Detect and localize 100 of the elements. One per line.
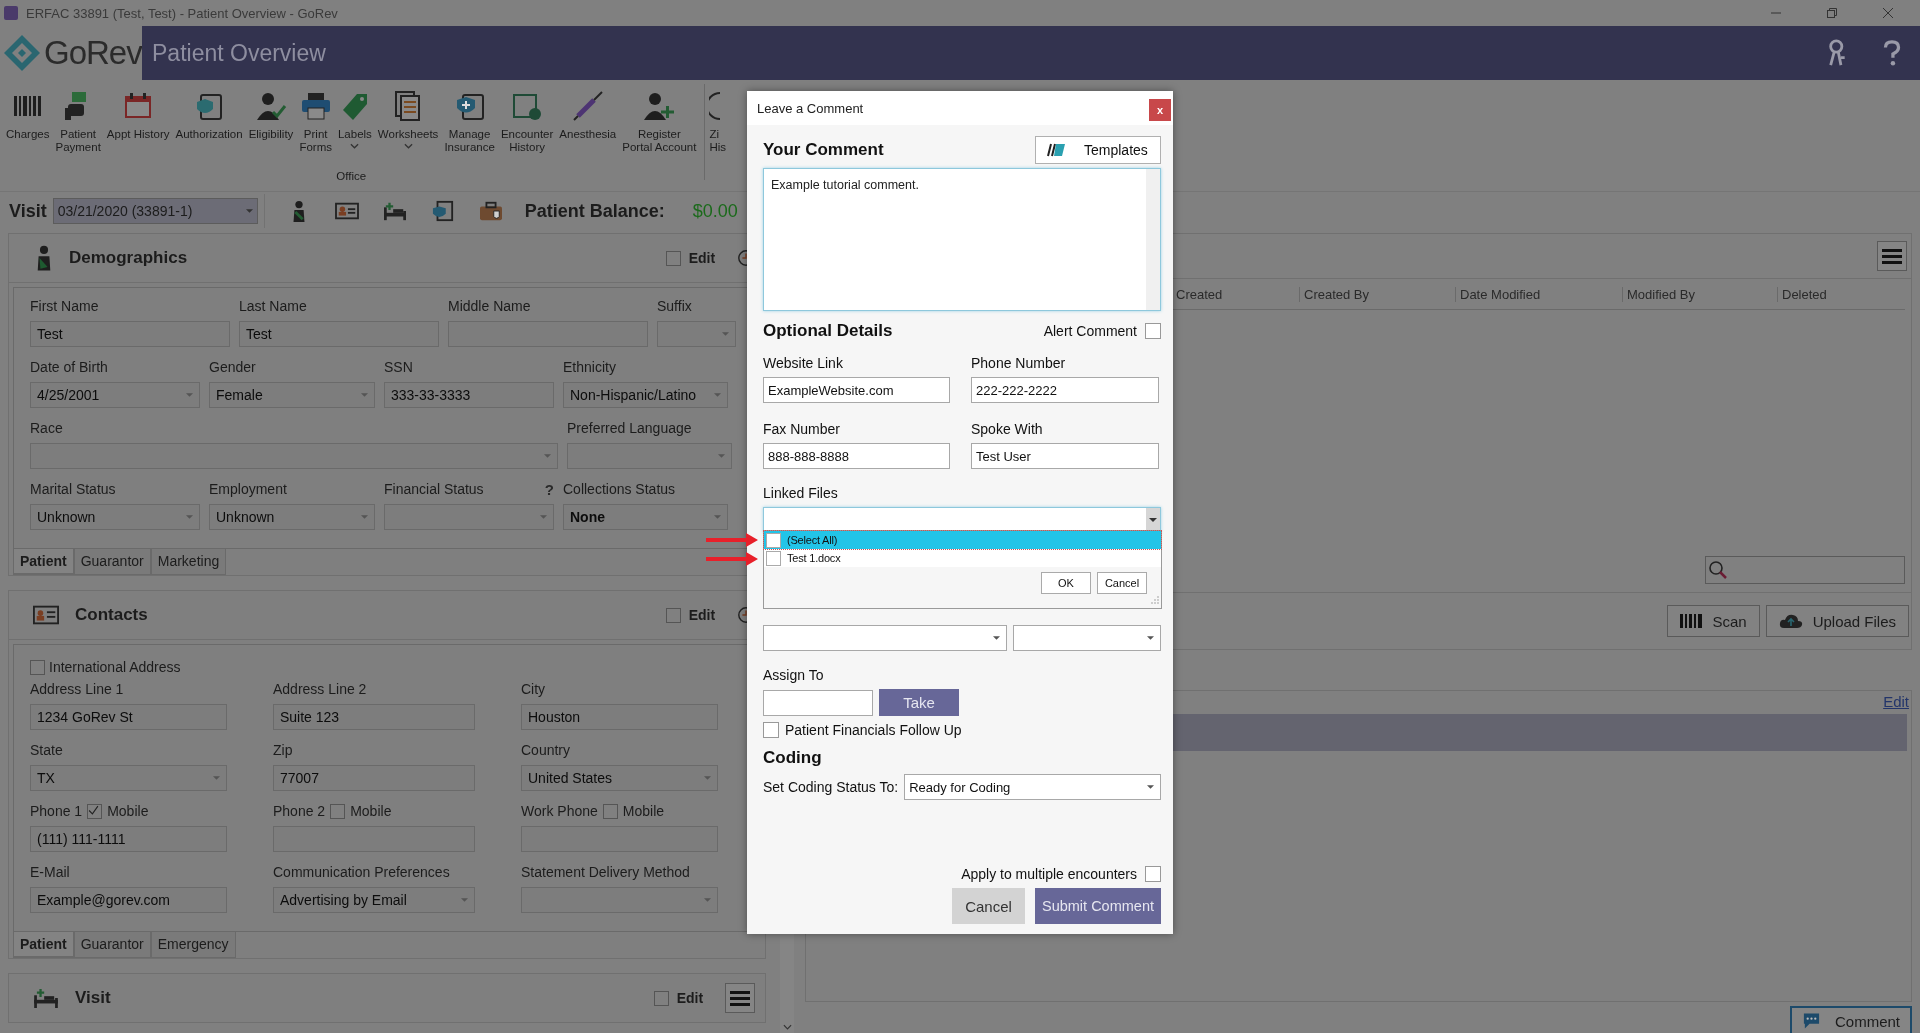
menu-button[interactable] [725, 983, 756, 1013]
text-field[interactable]: ExampleWebsite.com [763, 377, 950, 403]
submit-button[interactable]: Submit Comment [1035, 888, 1161, 924]
dropdown-field[interactable]: Female [209, 382, 375, 408]
dropdown-field[interactable] [384, 504, 554, 530]
upload-button[interactable]: Upload Files [1765, 605, 1909, 638]
toolbar-button[interactable]: Zi His [709, 80, 728, 188]
column-header[interactable]: Date Modified [1455, 286, 1622, 302]
checkbox[interactable] [766, 550, 781, 566]
dropdown-field[interactable] [657, 321, 736, 347]
dropdown-field[interactable]: Advertising by Email [273, 887, 475, 913]
close-button[interactable]: x [1149, 99, 1171, 121]
text-field[interactable]: Test [30, 321, 230, 347]
tab[interactable]: Guarantor [73, 549, 151, 575]
restore-icon[interactable] [1826, 7, 1838, 19]
toolbar-button[interactable]: Patient Payment [53, 90, 103, 154]
caret-icon [1147, 636, 1154, 640]
checkbox[interactable] [330, 803, 346, 819]
dropdown-field[interactable]: 4/25/2001 [30, 382, 200, 408]
toolbar-button[interactable]: Authorization [173, 90, 245, 154]
list-option[interactable]: (Select All) [764, 531, 1161, 549]
caret-icon [714, 515, 721, 519]
edit-link[interactable]: Edit [1883, 693, 1909, 711]
list-option[interactable]: Test 1.docx [764, 549, 1161, 567]
toolbar-button[interactable]: Print Forms [297, 90, 334, 154]
comment-button[interactable]: Comment [1790, 1006, 1912, 1033]
checkbox[interactable] [1145, 866, 1161, 882]
checkbox-label: Mobile [107, 803, 149, 819]
search-field[interactable] [1705, 556, 1905, 585]
tab[interactable]: Marketing [150, 549, 227, 575]
text-field[interactable]: 333-33-3333 [384, 382, 554, 408]
text-field[interactable] [763, 689, 873, 716]
text-field[interactable]: Suite 123 [273, 704, 475, 730]
checkbox[interactable] [766, 532, 781, 548]
cancel-button[interactable]: Cancel [952, 888, 1025, 924]
field-label: Financial Status [384, 481, 484, 497]
scrollbar[interactable] [1146, 169, 1160, 310]
dropdown-field[interactable]: Non-Hispanic/Latino [563, 382, 728, 408]
id-card-icon[interactable] [333, 200, 360, 222]
toolbar-button[interactable]: Labels [335, 90, 374, 154]
text-field[interactable]: 888-888-8888 [763, 443, 950, 469]
scroll-down-icon[interactable] [782, 1024, 792, 1030]
dropdown-field[interactable]: Ready for Coding [904, 774, 1161, 800]
toolbar-button[interactable]: Worksheets [375, 90, 441, 154]
visit-dropdown[interactable]: 03/21/2020 (33891-1) [52, 198, 258, 224]
dropdown-field[interactable] [30, 443, 558, 469]
checkbox[interactable] [602, 803, 618, 819]
text-field[interactable]: (111) 111-1111 [30, 826, 227, 852]
toolbar-button[interactable]: Anesthesia [557, 90, 619, 154]
column-header[interactable]: Created [1172, 286, 1299, 302]
toolbar-button[interactable]: Eligibility [246, 90, 296, 154]
ok-button[interactable]: OK [1041, 572, 1091, 594]
toolbar-button[interactable]: Appt History [104, 90, 172, 154]
dropdown-field[interactable]: United States [521, 765, 718, 791]
checkbox[interactable] [1145, 323, 1161, 339]
text-field[interactable]: 222-222-2222 [971, 377, 1159, 403]
dropdown-field[interactable] [567, 443, 732, 469]
checkbox[interactable] [653, 990, 669, 1006]
dropdown-field[interactable]: Unknown [209, 504, 375, 530]
text-field[interactable]: Example@gorev.com [30, 887, 227, 913]
toolbar-button[interactable]: Charges [4, 90, 52, 154]
tab[interactable]: Patient [13, 549, 74, 575]
text-field[interactable]: 77007 [273, 765, 475, 791]
column-header[interactable]: Modified By [1622, 286, 1777, 302]
cancel-button[interactable]: Cancel [1097, 572, 1147, 594]
checkbox[interactable] [665, 607, 681, 623]
tab[interactable]: Patient [13, 932, 74, 958]
briefcase-icon[interactable] [477, 200, 504, 222]
column-header[interactable]: Created By [1299, 286, 1455, 302]
text-field[interactable]: Test User [971, 443, 1159, 469]
templates-button[interactable]: Templates [1035, 136, 1161, 164]
menu-button[interactable] [1877, 241, 1907, 271]
text-field[interactable]: 1234 GoRev St [30, 704, 227, 730]
dropdown-field[interactable]: TX [30, 765, 227, 791]
dropdown-field[interactable]: Unknown [30, 504, 200, 530]
checkbox[interactable] [87, 803, 103, 819]
dropdown-field[interactable]: None [563, 504, 728, 530]
bed-icon[interactable] [381, 200, 408, 222]
help-icon[interactable]: ? [544, 480, 554, 498]
comment-field[interactable]: Example tutorial comment. [763, 168, 1161, 311]
checkbox[interactable] [763, 722, 779, 738]
dropdown-field[interactable] [521, 887, 718, 913]
checkbox[interactable] [665, 250, 681, 266]
take-button[interactable]: Take [879, 689, 959, 716]
text-field[interactable]: Houston [521, 704, 718, 730]
toolbar-button[interactable]: Register Portal Account [620, 90, 699, 154]
close-icon[interactable] [1882, 7, 1894, 19]
section-heading: Coding [763, 748, 823, 768]
dropdown-field[interactable] [1013, 625, 1161, 651]
checkbox[interactable] [30, 659, 45, 675]
dropdown-field[interactable] [763, 625, 1007, 651]
linked-files-dropdown[interactable] [763, 507, 1161, 533]
tab[interactable]: Guarantor [73, 932, 151, 958]
text-field[interactable]: Test [239, 321, 439, 347]
resize-grip-icon[interactable] [1151, 596, 1159, 604]
toolbar-button[interactable]: Manage Insurance [442, 90, 497, 154]
column-header[interactable]: Deleted [1777, 286, 1905, 302]
scan-button[interactable]: Scan [1667, 605, 1760, 638]
tab[interactable]: Emergency [150, 932, 236, 958]
toolbar-button[interactable]: Encounter History [498, 90, 556, 154]
